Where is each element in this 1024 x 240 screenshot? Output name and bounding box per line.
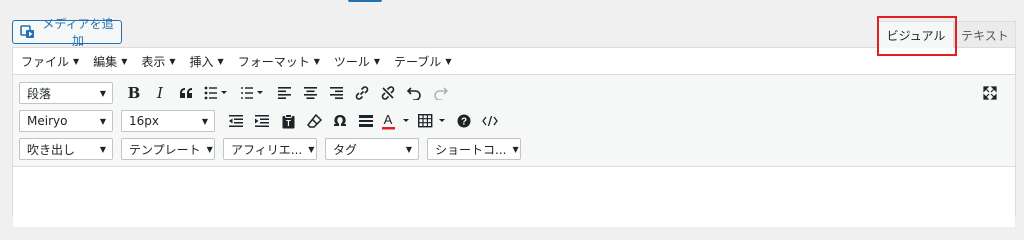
- format-select[interactable]: 段落 ▼: [19, 82, 113, 104]
- tab-visual-label: ビジュアル: [886, 28, 946, 43]
- menubar: ファイル ▼ 編集 ▼ 表示 ▼ 挿入 ▼ フォーマット ▼ ツール ▼ テーブル ▼: [13, 48, 1015, 75]
- menu-format-label: フォーマット: [237, 54, 310, 69]
- chevron-down-icon: ▼: [73, 56, 80, 66]
- editor-content-area[interactable]: [13, 167, 1015, 227]
- menu-table-label: テーブル: [394, 54, 442, 69]
- table-icon[interactable]: [415, 108, 451, 134]
- align-left-icon[interactable]: [271, 80, 297, 106]
- menu-tools-label: ツール: [333, 54, 370, 69]
- font-family-value: Meiryo: [27, 114, 68, 128]
- media-icon: [20, 25, 34, 38]
- chevron-down-icon: ▼: [308, 144, 315, 154]
- chevron-down-icon: ▼: [373, 56, 381, 66]
- menu-file-label: ファイル: [21, 54, 70, 69]
- balloon-select-value: 吹き出し: [27, 142, 76, 157]
- svg-text:?: ?: [461, 117, 467, 128]
- add-media-button[interactable]: メディアを追加: [12, 17, 122, 48]
- menu-table[interactable]: テーブル ▼: [394, 53, 451, 70]
- menu-file[interactable]: ファイル ▼: [21, 53, 79, 70]
- menu-view[interactable]: 表示 ▼: [141, 53, 175, 70]
- editor: ファイル ▼ 編集 ▼ 表示 ▼ 挿入 ▼ フォーマット ▼ ツール ▼ テーブル ▼ 段落 ▼…: [12, 47, 1016, 227]
- tab-text[interactable]: テキスト: [954, 21, 1016, 48]
- indent-icon[interactable]: [249, 108, 275, 134]
- add-media-label: メディアを追加: [42, 17, 114, 48]
- svg-text:T: T: [286, 119, 291, 128]
- tag-select[interactable]: タグ ▼: [325, 138, 419, 160]
- chevron-down-icon: ▼: [217, 56, 224, 66]
- menu-insert[interactable]: 挿入 ▼: [190, 53, 224, 70]
- numbered-list-icon[interactable]: [235, 80, 271, 106]
- align-center-icon[interactable]: [297, 80, 323, 106]
- chevron-down-icon: ▼: [121, 56, 128, 66]
- menu-insert-label: 挿入: [189, 54, 214, 69]
- toolbar-row-3: 吹き出し ▼ テンプレート ▼ アフィリエ... ▼ タグ ▼ ショートコ... ▼: [19, 135, 1015, 163]
- menu-tools[interactable]: ツール ▼: [334, 53, 380, 70]
- unlink-icon[interactable]: [375, 80, 401, 106]
- format-select-value: 段落: [27, 86, 52, 101]
- toolbar-row-2: Meiryo ▼ 16px ▼ T Ω A ?: [19, 107, 1015, 135]
- chevron-down-icon: ▼: [201, 116, 208, 126]
- chevron-down-icon: ▼: [99, 144, 106, 154]
- code-icon[interactable]: [477, 108, 503, 134]
- affiliate-select[interactable]: アフィリエ... ▼: [223, 138, 317, 160]
- eraser-icon[interactable]: [301, 108, 327, 134]
- chevron-down-icon: ▼: [405, 144, 412, 154]
- tab-text-label: テキスト: [961, 28, 1009, 43]
- blockquote-icon[interactable]: [173, 80, 199, 106]
- chevron-down-icon: ▼: [313, 56, 320, 66]
- omega-icon[interactable]: Ω: [327, 108, 353, 134]
- redo-icon[interactable]: [427, 80, 453, 106]
- svg-text:A: A: [384, 112, 393, 127]
- chevron-down-icon: ▼: [99, 88, 106, 98]
- toolbar-row-1: 段落 ▼ B I: [19, 79, 1015, 107]
- toolbar: 段落 ▼ B I Meiryo ▼ 16px ▼ T Ω A ? 吹き出し ▼ …: [13, 75, 1015, 167]
- affiliate-select-value: アフィリエ...: [231, 142, 303, 157]
- chevron-down-icon: ▼: [445, 56, 452, 66]
- fullscreen-icon[interactable]: [977, 80, 1003, 106]
- tab-visual[interactable]: ビジュアル: [878, 21, 954, 48]
- chevron-down-icon: ▼: [99, 116, 106, 126]
- undo-icon[interactable]: [401, 80, 427, 106]
- chevron-down-icon: ▼: [169, 56, 176, 66]
- horizontal-rule-icon[interactable]: [353, 108, 379, 134]
- chevron-down-icon: ▼: [512, 144, 519, 154]
- template-select[interactable]: テンプレート ▼: [121, 138, 215, 160]
- bullet-list-icon[interactable]: [199, 80, 235, 106]
- font-family-select[interactable]: Meiryo ▼: [19, 110, 113, 132]
- template-select-value: テンプレート: [129, 142, 201, 157]
- shortcode-select-value: ショートコ...: [435, 142, 507, 157]
- menu-edit[interactable]: 編集 ▼: [93, 53, 127, 70]
- link-icon[interactable]: [349, 80, 375, 106]
- top-edge-indicator: [348, 0, 382, 2]
- align-right-icon[interactable]: [323, 80, 349, 106]
- chevron-down-icon: ▼: [206, 144, 213, 154]
- menu-edit-label: 編集: [93, 54, 118, 69]
- menu-format[interactable]: フォーマット ▼: [238, 53, 320, 70]
- font-size-value: 16px: [129, 114, 159, 128]
- outdent-icon[interactable]: [223, 108, 249, 134]
- balloon-select[interactable]: 吹き出し ▼: [19, 138, 113, 160]
- paste-text-icon[interactable]: T: [275, 108, 301, 134]
- shortcode-select[interactable]: ショートコ... ▼: [427, 138, 521, 160]
- text-color-icon[interactable]: A: [379, 108, 415, 134]
- italic-icon[interactable]: I: [147, 80, 173, 106]
- help-icon[interactable]: ?: [451, 108, 477, 134]
- font-size-select[interactable]: 16px ▼: [121, 110, 215, 132]
- tag-select-value: タグ: [333, 142, 358, 157]
- menu-view-label: 表示: [141, 54, 166, 69]
- bold-icon[interactable]: B: [121, 80, 147, 106]
